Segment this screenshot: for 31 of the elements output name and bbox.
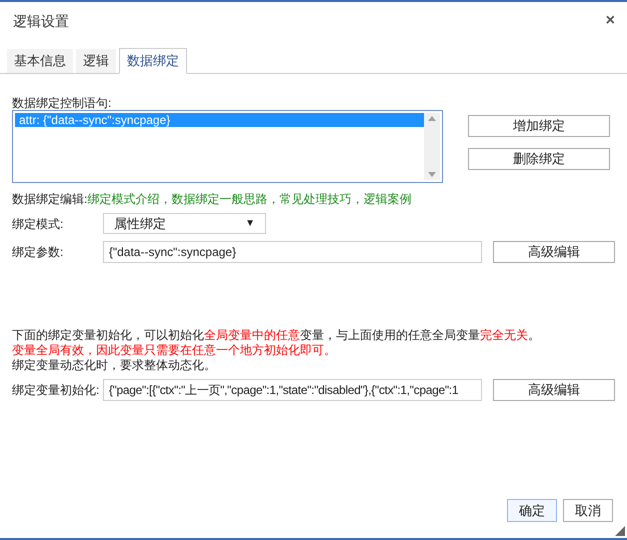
- params-field[interactable]: {"data--sync":syncpage}: [102, 241, 482, 263]
- help-link[interactable]: 绑定模式介绍: [87, 192, 160, 206]
- tab[interactable]: 逻辑: [76, 49, 116, 73]
- mode-select[interactable]: 属性绑定 ▼: [103, 213, 266, 234]
- help-links: 绑定模式介绍，数据绑定一般思路，常见处理技巧，逻辑案例: [87, 191, 412, 208]
- note-text: 下面的绑定变量初始化，可以初始化全局变量中的任意变量，与上面使用的任意全局变量完全无关。: [12, 328, 541, 343]
- window-title: 逻辑设置: [13, 12, 69, 30]
- field-label: 绑定变量初始化:: [12, 382, 100, 399]
- action-button[interactable]: 增加绑定: [468, 115, 610, 137]
- tab[interactable]: 数据绑定: [119, 48, 187, 74]
- field-label: 绑定参数:: [12, 244, 64, 261]
- help-link[interactable]: 数据绑定一般思路: [171, 192, 268, 206]
- help-link[interactable]: 常见处理技巧: [279, 192, 352, 206]
- note-text: 绑定变量动态化时，要求整体动态化。: [12, 358, 217, 373]
- tab[interactable]: 基本信息: [7, 49, 73, 73]
- field-label: 数据绑定编辑:: [12, 191, 88, 208]
- scrollbar[interactable]: [424, 113, 440, 180]
- init-field[interactable]: {"page":[{"ctx":"上一页","cpage":1,"state":"disabled"},{"ctx":1,"cpage":1: [102, 379, 482, 401]
- action-button[interactable]: 高级编辑: [493, 241, 615, 263]
- dialog-button[interactable]: 确定: [507, 499, 557, 522]
- action-button[interactable]: 高级编辑: [493, 379, 615, 401]
- note-text: 变量全局有效，因此变量只需要在任意一个地方初始化即可。: [12, 343, 337, 358]
- help-link[interactable]: 逻辑案例: [363, 192, 412, 206]
- action-button[interactable]: 删除绑定: [468, 148, 610, 170]
- field-label: 绑定模式:: [12, 216, 64, 232]
- field-label: 数据绑定控制语句:: [12, 96, 112, 110]
- scroll-down-icon[interactable]: [428, 172, 436, 177]
- scroll-up-icon[interactable]: [428, 116, 436, 121]
- dialog-button[interactable]: 取消: [563, 499, 613, 522]
- resize-grip-icon[interactable]: [615, 526, 625, 536]
- close-button[interactable]: ×: [606, 9, 615, 33]
